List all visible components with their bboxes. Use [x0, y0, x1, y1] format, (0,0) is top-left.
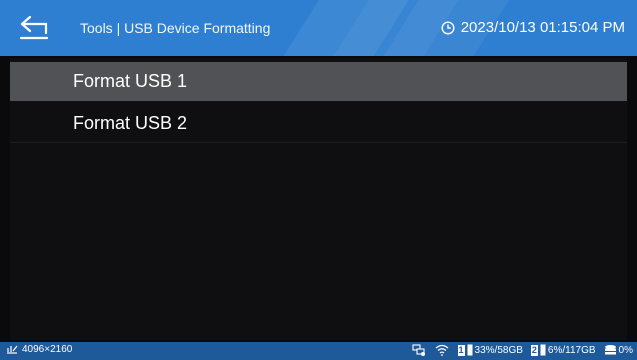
clock-icon — [441, 20, 455, 35]
usb2-slot-number: 2 — [530, 344, 538, 356]
usb2-indicator: 2 6%/117GB — [530, 344, 596, 356]
list-item-label: Format USB 2 — [73, 112, 188, 133]
datetime: 2023/10/13 01:15:04 PM — [460, 19, 625, 36]
page-title: Tools | USB Device Formatting — [80, 20, 271, 36]
clock: 2023/10/13 01:15:04 PM — [441, 19, 625, 36]
format-options-list: Format USB 1 Format USB 2 — [10, 62, 627, 143]
resolution-indicator: 4096×2160 — [6, 344, 72, 355]
header-bar: Tools | USB Device Formatting 2023/10/13… — [0, 0, 637, 56]
usb2-usage: 6%/117GB — [547, 344, 596, 356]
list-item-label: Format USB 1 — [73, 70, 188, 91]
storage-icon — [604, 345, 616, 355]
status-indicators: 1 33%/58GB 2 6%/117GB 0% — [411, 344, 633, 356]
back-button[interactable] — [16, 12, 52, 44]
usb1-slot-number: 1 — [457, 344, 465, 356]
usb-drive-icon — [540, 344, 546, 356]
usb-drive-icon — [467, 344, 473, 356]
format-usb-1-item[interactable]: Format USB 1 — [10, 62, 627, 101]
usb1-indicator: 1 33%/58GB — [457, 344, 523, 356]
network-icon — [411, 344, 425, 356]
screen: Tools | USB Device Formatting 2023/10/13… — [0, 0, 637, 360]
signal-input-icon — [7, 345, 18, 354]
back-arrow-icon — [19, 15, 49, 40]
storage-usage: 0% — [618, 344, 633, 356]
usb1-usage: 33%/58GB — [474, 344, 523, 356]
format-usb-2-item[interactable]: Format USB 2 — [10, 104, 627, 143]
resolution-text: 4096×2160 — [22, 344, 73, 355]
storage-indicator: 0% — [604, 344, 633, 356]
status-bar: 4096×2160 1 33%/58GB 2 6%/117GB 0% — [0, 342, 637, 360]
wifi-icon — [435, 344, 448, 356]
